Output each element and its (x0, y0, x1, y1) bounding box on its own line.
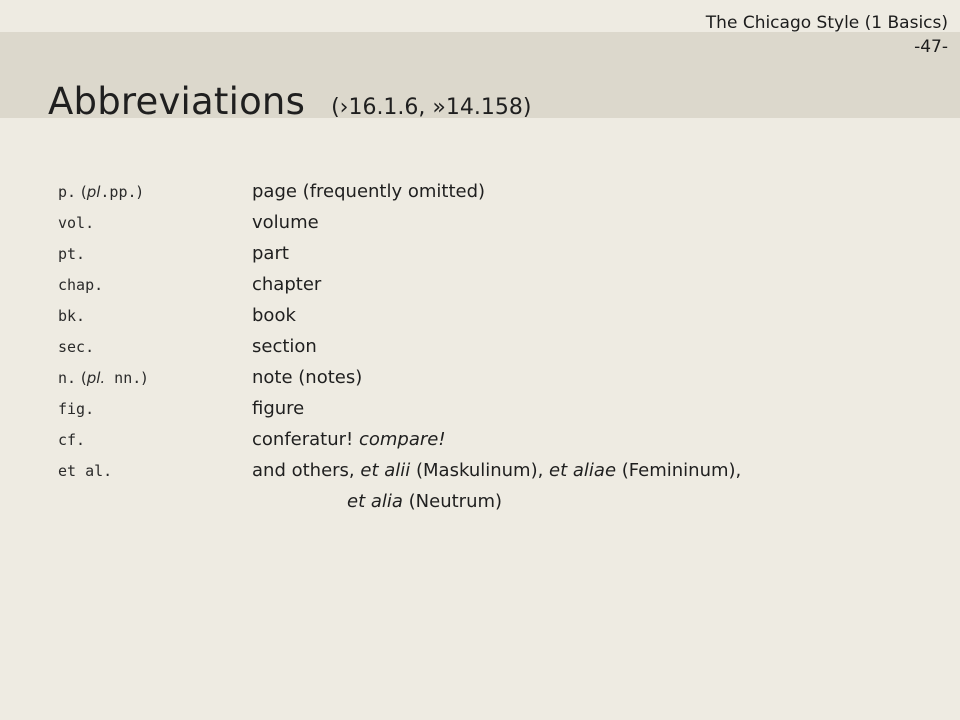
page-number: -47- (914, 37, 948, 57)
abbreviation: pt. (58, 244, 86, 263)
list-item: pt. part (58, 238, 938, 269)
meaning: chapter (252, 274, 322, 295)
meaning: part (252, 243, 289, 264)
list-item: sec. section (58, 331, 938, 362)
meaning: book (252, 305, 296, 326)
list-item: chap. chapter (58, 269, 938, 300)
abbreviation: fig. (58, 399, 95, 418)
slide-title-main: Abbreviations (48, 80, 306, 123)
list-item: fig. figure (58, 393, 938, 424)
abbreviation: p. (pl.pp.) (58, 182, 143, 201)
abbreviation-list: p. (pl.pp.) page (frequently omitted) vo… (58, 176, 938, 517)
meaning: figure (252, 398, 305, 419)
abbreviation: bk. (58, 306, 86, 325)
list-item: p. (pl.pp.) page (frequently omitted) (58, 176, 938, 207)
slide-header: The Chicago Style (1 Basics) -47- (706, 11, 948, 59)
meaning: section (252, 336, 317, 357)
abbreviation: n. (pl. nn.) (58, 368, 148, 387)
abbreviation: et al. (58, 461, 113, 480)
slide-title-references: (›16.1.6, »14.158) (331, 95, 532, 120)
list-item: n. (pl. nn.) note (notes) (58, 362, 938, 393)
slide-title: Abbreviations (›16.1.6, »14.158) (48, 80, 531, 123)
meaning: note (notes) (252, 367, 363, 388)
list-item: cf. conferatur! compare! (58, 424, 938, 455)
list-item: bk. book (58, 300, 938, 331)
meaning: and others, et alii (Maskulinum), et ali… (252, 460, 742, 481)
list-item: et al. and others, et alii (Maskulinum),… (58, 455, 938, 486)
list-item-continuation: et alia (Neutrum) (58, 486, 938, 517)
course-title: The Chicago Style (1 Basics) (705, 13, 948, 33)
abbreviation: cf. (58, 430, 86, 449)
abbreviation: chap. (58, 275, 104, 294)
meaning: conferatur! compare! (252, 429, 446, 450)
meaning: et alia (Neutrum) (347, 491, 503, 512)
abbreviation: vol. (58, 213, 95, 232)
list-item: vol. volume (58, 207, 938, 238)
abbreviation: sec. (58, 337, 95, 356)
meaning: volume (252, 212, 319, 233)
meaning: page (frequently omitted) (252, 181, 486, 202)
